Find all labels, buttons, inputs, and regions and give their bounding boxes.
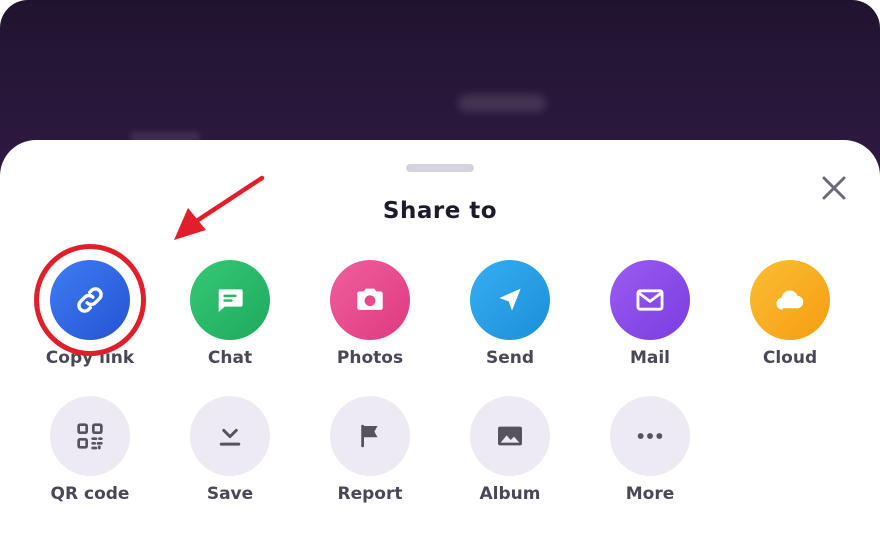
share-photos-button[interactable]: Photos: [300, 260, 440, 369]
camera-icon: [357, 288, 383, 310]
share-item-label: Chat: [207, 348, 253, 368]
share-item-label: Copy link: [45, 348, 135, 368]
chat-circle: [190, 260, 270, 340]
share-chat-button[interactable]: Chat: [160, 260, 300, 369]
share-item-label: QR code: [50, 484, 130, 504]
share-cloud-button[interactable]: Cloud: [720, 260, 860, 369]
album-circle: [470, 396, 550, 476]
share-more-button[interactable]: More: [580, 396, 720, 505]
report-circle: [330, 396, 410, 476]
copy-link-circle: [50, 260, 130, 340]
qr-code-icon: [77, 423, 103, 450]
share-item-label: Send: [485, 348, 535, 368]
share-mail-button[interactable]: Mail: [580, 260, 720, 369]
share-report-button[interactable]: Report: [300, 396, 440, 505]
share-apps-row: Copy link Chat Photos Send Mail Cloud: [20, 260, 860, 369]
share-actions-row: QR code Save Report Album More: [20, 396, 860, 505]
flag-icon: [361, 424, 378, 448]
chat-icon: [218, 289, 243, 312]
qr-code-circle: [50, 396, 130, 476]
share-copy-link-button[interactable]: Copy link: [20, 260, 160, 369]
cloud-icon: [776, 290, 804, 310]
download-icon: [219, 428, 241, 446]
sheet-title: Share to: [382, 198, 498, 224]
mail-circle: [610, 260, 690, 340]
share-save-button[interactable]: Save: [160, 396, 300, 505]
drag-handle[interactable]: [406, 164, 474, 172]
share-item-label: Mail: [629, 348, 671, 368]
close-icon: [822, 176, 846, 200]
share-item-label: Photos: [336, 348, 404, 368]
send-circle: [470, 260, 550, 340]
share-sheet: Share to Copy link Chat Photos Send Mail…: [0, 140, 880, 536]
app-screen: Share to Copy link Chat Photos Send Mail…: [0, 0, 880, 536]
link-icon: [77, 287, 103, 313]
cloud-circle: [750, 260, 830, 340]
image-icon: [498, 426, 522, 446]
share-send-button[interactable]: Send: [440, 260, 580, 369]
share-item-label: Report: [337, 484, 403, 504]
share-item-label: More: [625, 484, 675, 504]
more-dots-icon: [637, 433, 663, 439]
background-blur: [458, 94, 546, 112]
share-album-button[interactable]: Album: [440, 396, 580, 505]
more-circle: [610, 396, 690, 476]
send-icon: [499, 288, 521, 311]
photos-circle: [330, 260, 410, 340]
share-qr-code-button[interactable]: QR code: [20, 396, 160, 505]
share-item-label: Cloud: [762, 348, 818, 368]
mail-icon: [636, 289, 664, 311]
share-item-label: Album: [479, 484, 541, 504]
share-item-label: Save: [206, 484, 254, 504]
save-circle: [190, 396, 270, 476]
